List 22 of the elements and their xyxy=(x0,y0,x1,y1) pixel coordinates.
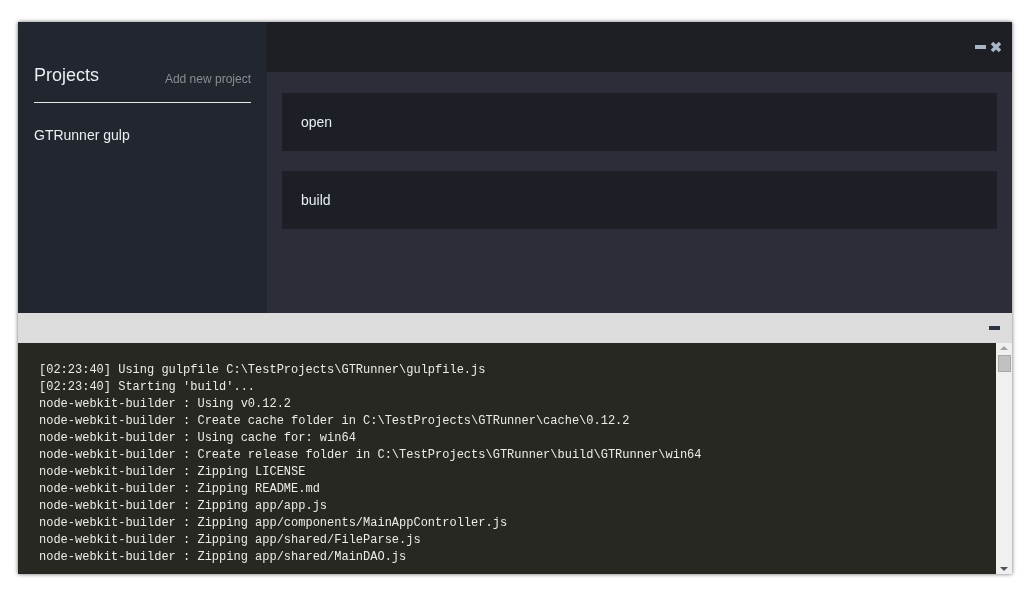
task-button[interactable]: build xyxy=(282,171,997,229)
log-line: node-webkit-builder : Using cache for: win64 xyxy=(39,430,357,447)
project-item[interactable]: GTRunner gulp xyxy=(34,125,251,146)
log-line: node-webkit-builder : Zipping app/shared/MainDAO.js xyxy=(39,549,408,566)
log-line: node-webkit-builder : Zipping app/shared/FileParse.js xyxy=(39,532,422,549)
scrollbar[interactable] xyxy=(996,343,1012,574)
log-line: [02:23:40] Starting 'build'... xyxy=(39,379,257,396)
log-line: node-webkit-builder : Create release folder in C:\TestProjects\GTRunner\build\GTRunner\win64 xyxy=(39,447,703,464)
log-line: node-webkit-builder : Zipping app/app.js xyxy=(39,498,329,515)
add-project-link[interactable]: Add new project xyxy=(164,70,251,88)
sidebar-title: Projects xyxy=(34,64,100,87)
scroll-down-icon[interactable] xyxy=(1000,567,1008,571)
log-line: node-webkit-builder : Zipping app/components/MainAppController.js xyxy=(39,515,509,532)
log-line: node-webkit-builder : Create cache folder in C:\TestProjects\GTRunner\cache\0.12.2 xyxy=(39,413,631,430)
log-line: node-webkit-builder : Zipping LICENSE xyxy=(39,464,307,481)
log-line: node-webkit-builder : Zipping README.md xyxy=(39,481,321,498)
log-line: [02:23:40] Using gulpfile C:\TestProjects\GTRunner\gulpfile.js xyxy=(39,362,487,379)
scroll-up-icon[interactable] xyxy=(1000,346,1008,350)
log-line: node-webkit-builder : Using v0.12.2 xyxy=(39,396,293,413)
task-button[interactable]: open xyxy=(282,93,997,151)
close-icon[interactable] xyxy=(990,41,1002,53)
scrollbar-thumb[interactable] xyxy=(997,355,1011,372)
